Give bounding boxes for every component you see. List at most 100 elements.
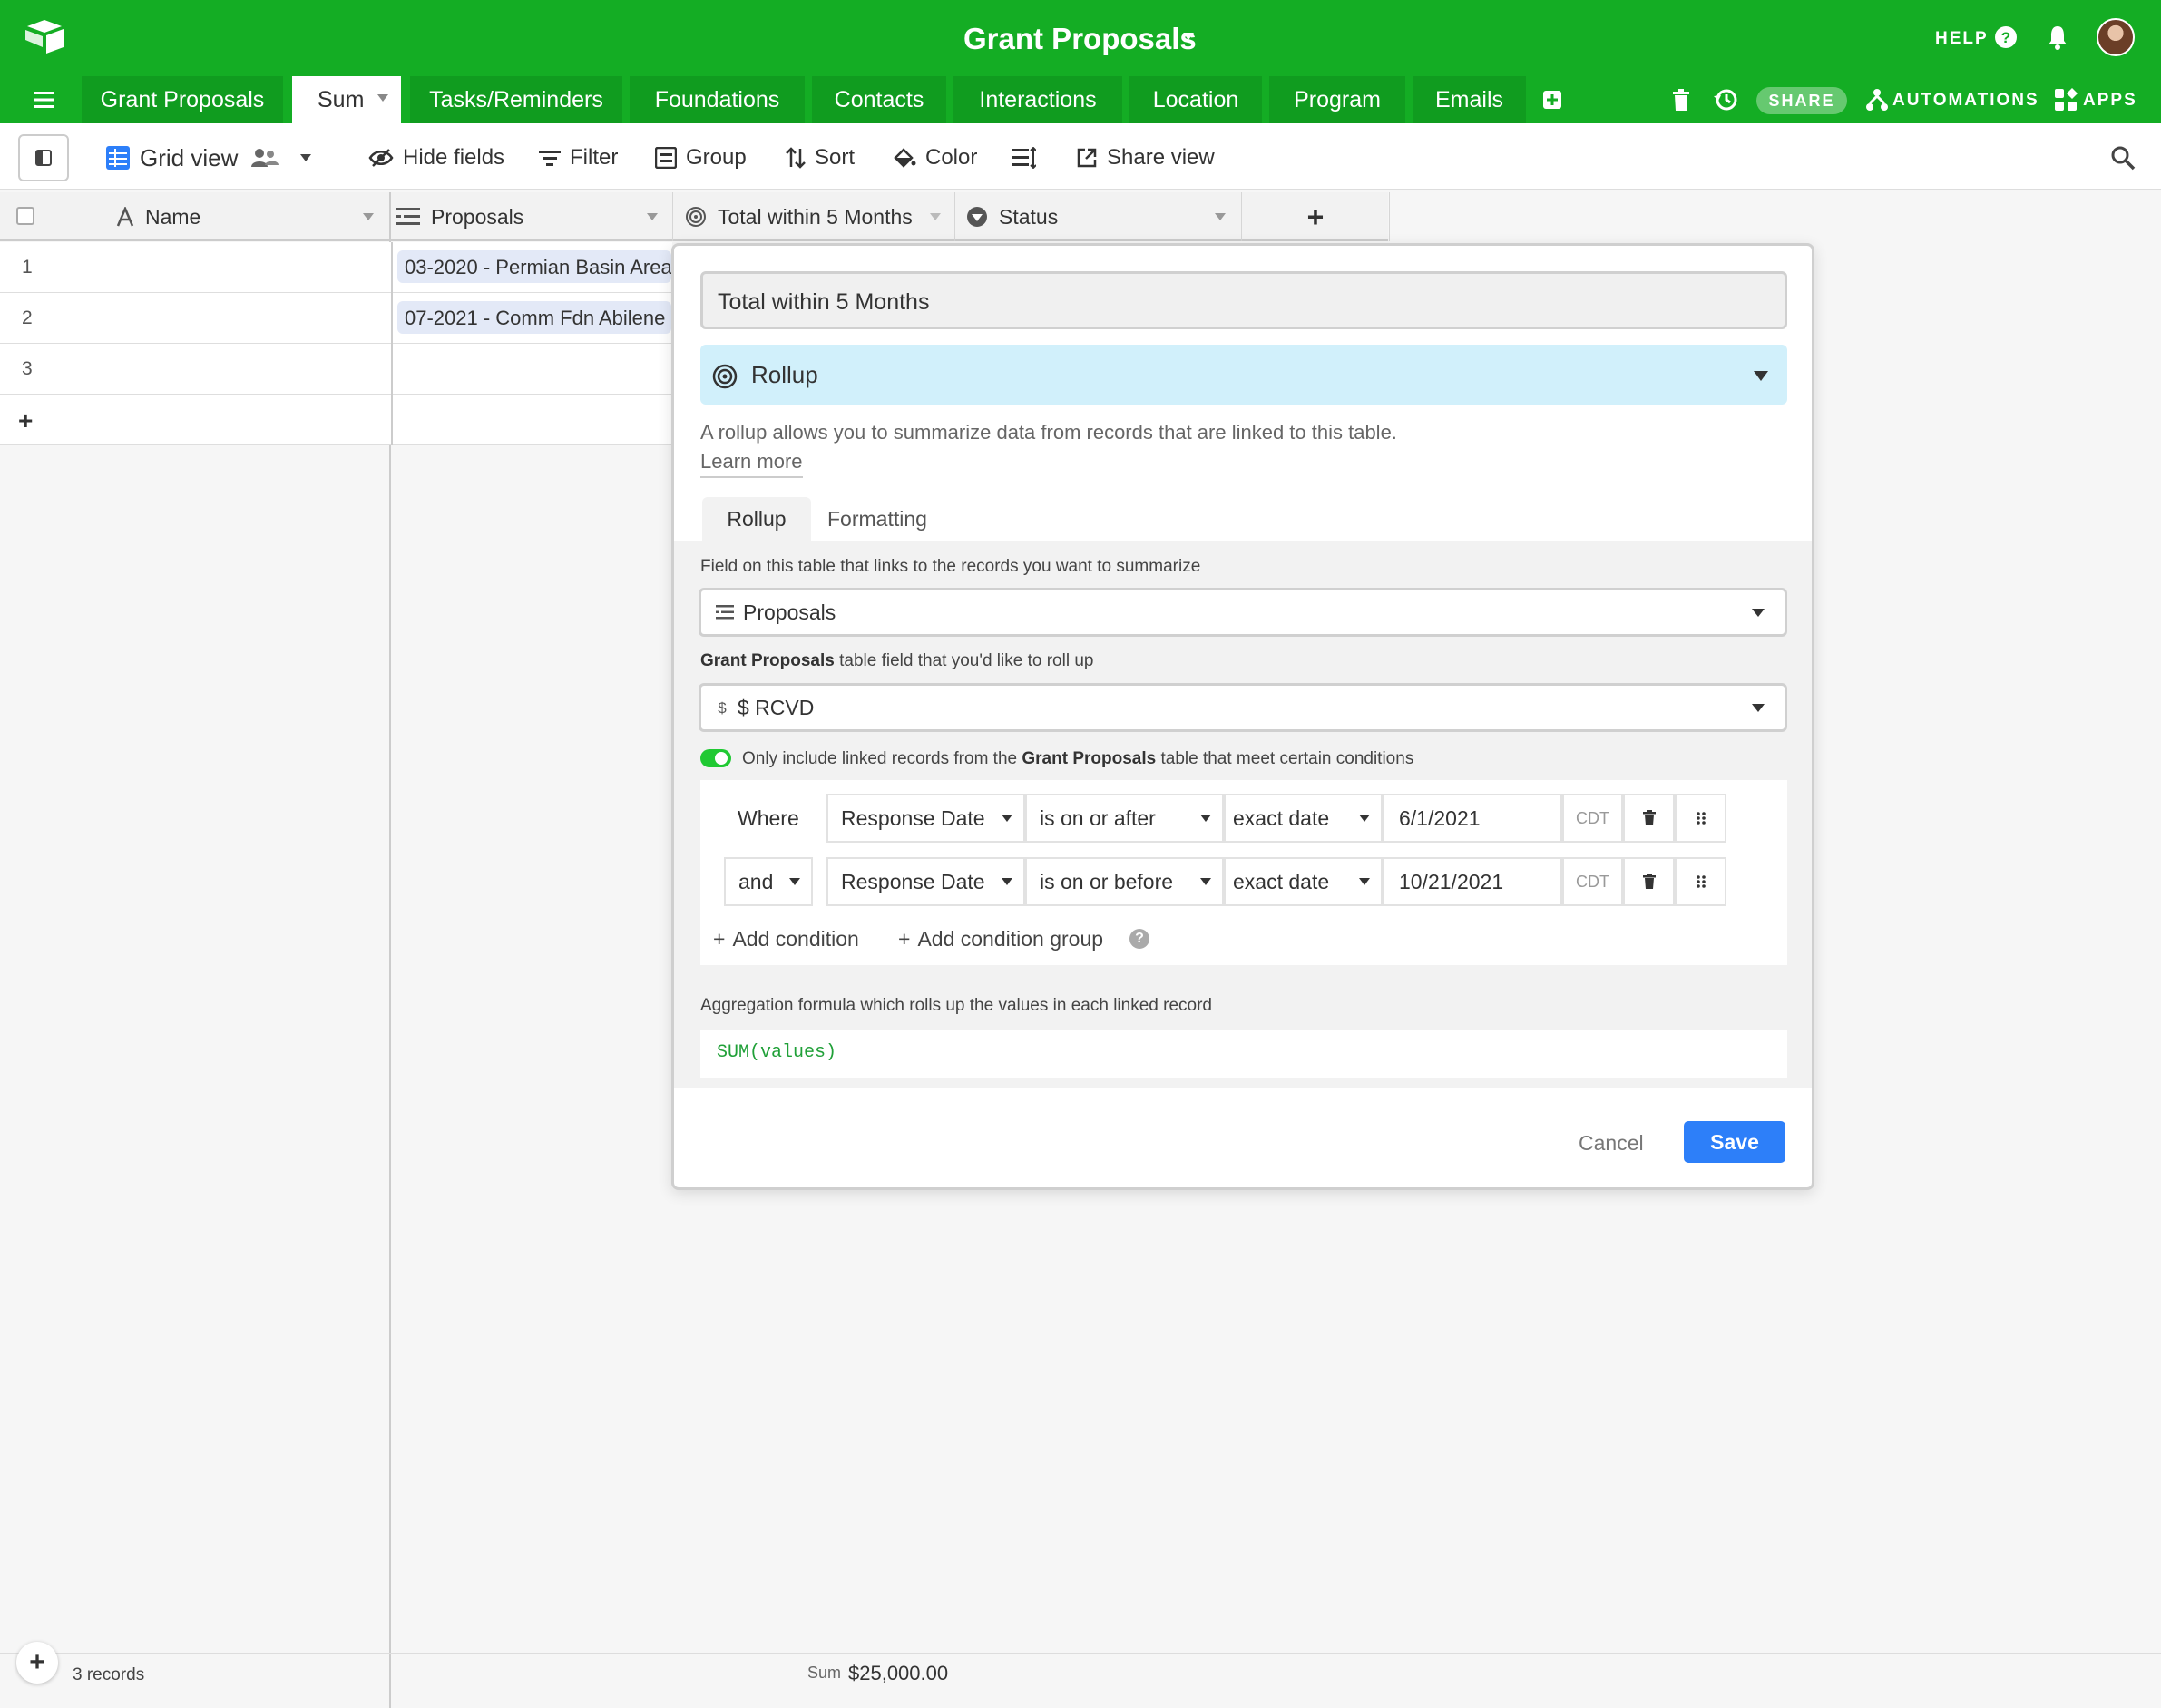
views-sidebar-toggle[interactable] [18,134,69,181]
select-all-checkbox[interactable] [16,207,34,225]
tab-foundations[interactable]: Foundations [630,76,805,123]
tab-location[interactable]: Location [1129,76,1262,123]
tab-grant-proposals[interactable]: Grant Proposals [82,76,283,123]
view-switcher[interactable]: Grid view [105,143,321,172]
base-title[interactable]: Grant Proposals [963,22,1197,56]
column-header-status[interactable]: Status [955,192,1242,241]
rollup-type-icon [711,363,738,390]
help-icon[interactable]: ? [1994,25,2018,49]
apps-icon[interactable] [2054,88,2078,112]
base-title-caret-icon[interactable] [1183,33,1194,40]
add-condition-button[interactable]: + Add condition [713,927,859,952]
trash-icon[interactable] [1671,88,1691,112]
chevron-down-icon [1200,878,1211,885]
chevron-down-icon [1752,609,1765,617]
group-button[interactable]: Group [655,143,747,172]
tab-interactions[interactable]: Interactions [953,76,1122,123]
share-view-button[interactable]: Share view [1076,143,1215,172]
table-row[interactable]: 2 07-2021 - Comm Fdn Abilene [0,293,672,344]
drag-condition-handle[interactable] [1675,794,1726,843]
airtable-logo-icon[interactable] [24,18,65,54]
condition-date-mode-select[interactable]: exact date [1224,794,1383,843]
drag-condition-handle[interactable] [1675,857,1726,906]
tab-formatting[interactable]: Formatting [827,497,927,541]
chevron-down-icon[interactable] [1754,371,1768,381]
field-type-select[interactable]: Rollup [700,345,1787,405]
condition-mode-value: exact date [1233,805,1330,830]
collaborative-view-icon [251,149,279,167]
summary-value[interactable]: $25,000.00 [848,1662,948,1685]
color-button[interactable]: Color [893,143,977,172]
footer-add-button[interactable]: + [16,1642,58,1684]
add-condition-group-label: Add condition group [917,927,1104,951]
hide-fields-button[interactable]: Hide fields [368,143,504,172]
tab-rollup[interactable]: Rollup [702,497,811,541]
cancel-button[interactable]: Cancel [1579,1121,1644,1165]
help-icon[interactable]: ? [1129,929,1149,949]
tab-tasks-reminders[interactable]: Tasks/Reminders [410,76,622,123]
user-avatar[interactable] [2097,18,2135,56]
sort-label: Sort [815,145,856,170]
condition-operator-select[interactable]: is on or before [1025,857,1224,906]
row-number: 1 [22,257,33,278]
share-button[interactable]: SHARE [1756,87,1847,114]
tab-emails[interactable]: Emails [1413,76,1526,123]
condition-operator-select[interactable]: is on or after [1025,794,1224,843]
text-field-icon [116,207,134,227]
tab-options-caret-icon[interactable] [377,94,388,102]
history-icon[interactable] [1713,87,1738,112]
grid-view-icon [106,146,130,170]
learn-more-link[interactable]: Learn more [700,450,803,478]
add-row[interactable] [0,395,672,445]
rollup-field-select[interactable]: $ $ RCVD [699,683,1787,732]
condition-date-input[interactable]: 10/21/2021 [1383,857,1562,906]
column-header-total[interactable]: Total within 5 Months [674,192,955,241]
chevron-down-icon [1752,704,1765,712]
column-menu-caret-icon[interactable] [930,213,941,220]
condition-date-input[interactable]: 6/1/2021 [1383,794,1562,843]
condition-field-select[interactable]: Response Date [826,857,1025,906]
view-name: Grid view [140,143,239,171]
delete-condition-button[interactable] [1623,857,1675,906]
column-menu-caret-icon[interactable] [363,213,374,220]
save-button[interactable]: Save [1684,1121,1785,1163]
help-link[interactable]: HELP [1935,29,1989,49]
condition-where-label: Where [738,806,799,830]
field-name-input[interactable]: Total within 5 Months [700,271,1787,329]
rollup-field-label-table: Grant Proposals [700,651,835,670]
aggregation-formula-input[interactable]: SUM(values) [700,1030,1787,1078]
hamburger-menu-icon[interactable] [34,91,54,109]
sort-button[interactable]: Sort [786,143,855,172]
search-icon[interactable] [2110,145,2136,171]
condition-conjunction-select[interactable]: and [724,857,813,906]
filter-button[interactable]: Filter [539,143,618,172]
column-header-name[interactable]: Name [91,192,391,241]
row-height-button[interactable] [1012,143,1045,172]
add-condition-group-button[interactable]: + Add condition group [898,927,1103,952]
column-header-proposals[interactable]: Proposals [393,192,673,241]
link-field-value: Proposals [743,600,836,624]
summary-function-label[interactable]: Sum [807,1664,841,1683]
tab-program[interactable]: Program [1269,76,1405,123]
column-menu-caret-icon[interactable] [1215,213,1226,220]
column-menu-caret-icon[interactable] [647,213,658,220]
condition-date-mode-select[interactable]: exact date [1224,857,1383,906]
toggle-knob [715,752,728,765]
add-record-button[interactable]: + [18,406,33,435]
linked-record-chip[interactable]: 03-2020 - Permian Basin Area [397,250,671,283]
linked-record-chip[interactable]: 07-2021 - Comm Fdn Abilene [397,301,671,334]
automations-button[interactable]: AUTOMATIONS [1892,91,2039,111]
timezone-label: CDT [1562,794,1623,843]
tab-contacts[interactable]: Contacts [812,76,946,123]
delete-condition-button[interactable] [1623,794,1675,843]
apps-button[interactable]: APPS [2083,91,2137,111]
add-table-icon[interactable] [1542,90,1562,110]
condition-field-select[interactable]: Response Date [826,794,1025,843]
table-row[interactable]: 1 03-2020 - Permian Basin Area [0,242,672,293]
automations-icon[interactable] [1865,88,1889,112]
table-row[interactable]: 3 [0,344,672,395]
link-field-select[interactable]: Proposals [699,588,1787,637]
add-column-button[interactable]: + [1242,192,1390,241]
notifications-bell-icon[interactable] [2047,24,2068,50]
group-icon [655,147,677,169]
